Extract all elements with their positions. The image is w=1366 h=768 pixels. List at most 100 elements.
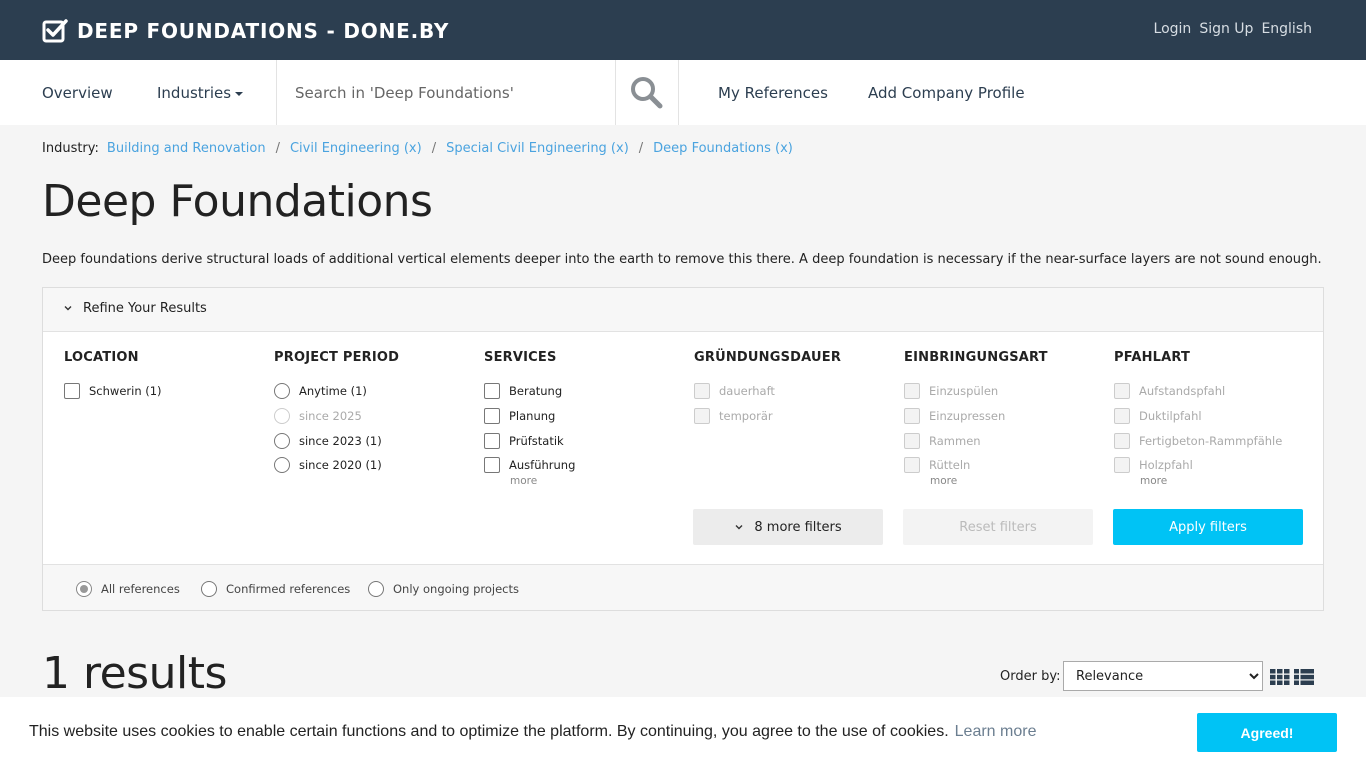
breadcrumb-separator: / — [431, 141, 437, 156]
top-bar: DEEP FOUNDATIONS - DONE.BY Login Sign Up… — [0, 0, 1366, 60]
order-by-select[interactable]: Relevance — [1063, 661, 1263, 691]
cookie-accept-button[interactable]: Agreed! — [1197, 713, 1337, 752]
login-link[interactable]: Login — [1154, 21, 1192, 37]
search-button[interactable] — [616, 60, 678, 125]
search-icon — [631, 76, 663, 108]
filter-option[interactable]: Beratung — [484, 383, 684, 399]
checkbox — [904, 432, 920, 449]
checkbox — [1114, 432, 1130, 449]
option-label: Planung — [509, 408, 556, 423]
filter-gruendungsdauer: GRÜNDUNGSDAUER dauerhaft temporär — [694, 350, 894, 433]
filter-option[interactable]: since 2023 (1) — [274, 432, 474, 449]
radio[interactable] — [274, 383, 290, 399]
breadcrumb-item[interactable]: Special Civil Engineering (x) — [446, 141, 629, 157]
option-label: Ausführung — [509, 458, 576, 473]
filter-option: Einzupressen — [904, 407, 1104, 424]
checkbox-logo-icon — [42, 19, 68, 43]
option-label: since 2020 (1) — [299, 458, 382, 473]
page-description: Deep foundations derive structural loads… — [42, 252, 1322, 267]
brand[interactable]: DEEP FOUNDATIONS - DONE.BY — [42, 17, 449, 45]
checkbox[interactable] — [484, 407, 500, 424]
breadcrumb-item[interactable]: Deep Foundations (x) — [653, 141, 793, 157]
filter-option: Holzpfahl — [1114, 457, 1314, 474]
apply-filters-button[interactable]: Apply filters — [1113, 509, 1303, 545]
nav-overview[interactable]: Overview — [42, 84, 113, 102]
scope-ongoing-projects[interactable]: Only ongoing projects — [368, 581, 519, 597]
radio[interactable] — [274, 432, 290, 449]
reference-scope: All references Confirmed references Only… — [43, 564, 1323, 610]
scope-all-references[interactable]: All references — [76, 581, 180, 597]
more-link[interactable]: more — [1140, 475, 1314, 487]
filter-option: Rütteln — [904, 457, 1104, 474]
nav-add-company[interactable]: Add Company Profile — [868, 84, 1025, 102]
caret-down-icon — [235, 91, 244, 96]
nav-industries[interactable]: Industries — [157, 84, 244, 102]
option-label: temporär — [719, 408, 773, 423]
checkbox — [1114, 383, 1130, 399]
filter-option: Einzuspülen — [904, 383, 1104, 399]
filter-option[interactable]: Schwerin (1) — [64, 383, 264, 399]
checkbox — [904, 383, 920, 399]
search-input[interactable] — [277, 60, 615, 125]
filter-einbringungsart: EINBRINGUNGSART Einzuspülen Einzupressen… — [904, 350, 1104, 487]
filter-option: temporär — [694, 407, 894, 424]
checkbox[interactable] — [484, 432, 500, 449]
checkbox[interactable] — [64, 383, 80, 399]
checkbox — [694, 407, 710, 424]
nav-my-references[interactable]: My References — [718, 84, 828, 102]
cookie-text: This website uses cookies to enable cert… — [29, 723, 949, 740]
more-link[interactable]: more — [930, 475, 1104, 487]
more-link[interactable]: more — [510, 475, 684, 487]
option-label: since 2025 — [299, 408, 362, 423]
more-filters-button[interactable]: 8 more filters — [693, 509, 883, 545]
list-view-icon[interactable] — [1294, 669, 1314, 685]
breadcrumb-label: Industry: — [42, 141, 99, 156]
option-label: Confirmed references — [226, 582, 351, 596]
breadcrumb-item[interactable]: Civil Engineering (x) — [290, 141, 422, 157]
checkbox — [1114, 457, 1130, 474]
radio[interactable] — [274, 457, 290, 474]
chevron-down-icon — [64, 306, 72, 311]
filter-option[interactable]: since 2020 (1) — [274, 457, 474, 474]
checkbox — [904, 407, 920, 424]
filter-option: Fertigbeton-Rammpfähle — [1114, 432, 1314, 449]
cookie-learn-more-link[interactable]: Learn more — [955, 723, 1037, 740]
breadcrumb-separator: / — [638, 141, 644, 156]
filter-option[interactable]: Prüfstatik — [484, 432, 684, 449]
option-label: Aufstandspfahl — [1139, 384, 1226, 398]
grid-view-icon[interactable] — [1270, 669, 1290, 685]
filter-title: LOCATION — [64, 350, 139, 365]
language-link[interactable]: English — [1261, 21, 1312, 37]
option-label: Only ongoing projects — [393, 582, 520, 596]
page-title: Deep Foundations — [42, 176, 433, 227]
brand-name: DEEP FOUNDATIONS - DONE.BY — [77, 19, 450, 43]
option-label: Holzpfahl — [1139, 458, 1193, 473]
filter-panel: Refine Your Results LOCATION Schwerin (1… — [42, 287, 1324, 611]
option-label: Einzupressen — [929, 408, 1006, 423]
checkbox[interactable] — [484, 457, 500, 474]
option-label: Prüfstatik — [509, 433, 564, 448]
radio — [274, 407, 290, 424]
checkbox[interactable] — [484, 383, 500, 399]
cookie-banner: This website uses cookies to enable cert… — [0, 697, 1366, 768]
reset-filters-button[interactable]: Reset filters — [903, 509, 1093, 545]
breadcrumb-item[interactable]: Building and Renovation — [107, 141, 266, 157]
radio[interactable] — [368, 581, 384, 597]
checkbox — [1114, 407, 1130, 424]
filter-title: SERVICES — [484, 350, 557, 365]
filter-panel-header[interactable]: Refine Your Results — [43, 288, 1323, 332]
filter-option[interactable]: Planung — [484, 407, 684, 424]
filter-title: EINBRINGUNGSART — [904, 350, 1048, 365]
chevron-down-icon — [735, 525, 743, 530]
filter-option[interactable]: Ausführung — [484, 457, 684, 474]
option-label: All references — [101, 582, 180, 596]
option-label: Einzuspülen — [929, 384, 999, 398]
radio[interactable] — [76, 581, 92, 597]
option-label: Rammen — [929, 433, 981, 448]
signup-link[interactable]: Sign Up — [1199, 21, 1253, 37]
option-label: Anytime (1) — [299, 384, 367, 398]
radio[interactable] — [201, 581, 217, 597]
scope-confirmed-references[interactable]: Confirmed references — [201, 581, 350, 597]
filter-title: PFAHLART — [1114, 350, 1191, 365]
filter-option[interactable]: Anytime (1) — [274, 383, 474, 399]
